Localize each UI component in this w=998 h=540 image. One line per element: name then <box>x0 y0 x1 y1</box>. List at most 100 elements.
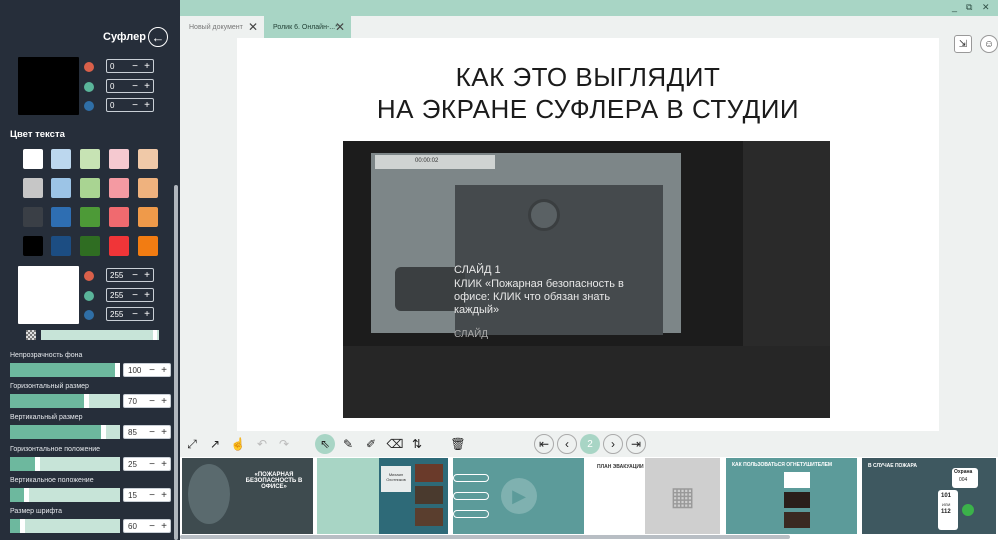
restore-icon[interactable]: ⧉ <box>966 2 972 13</box>
alpha-slider[interactable] <box>41 330 159 340</box>
bg-blue-stepper[interactable]: 0− + <box>106 98 154 112</box>
color-swatch[interactable] <box>138 207 158 227</box>
color-swatch[interactable] <box>51 207 71 227</box>
close-icon[interactable]: ✕ <box>982 2 990 13</box>
color-swatch[interactable] <box>80 178 100 198</box>
color-swatch[interactable] <box>138 236 158 256</box>
photo <box>784 472 810 488</box>
sidebar-title: Суфлер <box>103 31 146 43</box>
color-swatch[interactable] <box>51 236 71 256</box>
thumbnail[interactable]: «ПОЖАРНАЯ БЕЗОПАСНОСТЬ В ОФИСЕ» <box>182 458 313 534</box>
prev-page-icon[interactable]: ‹ <box>557 434 577 454</box>
current-page[interactable]: 2 <box>580 434 600 454</box>
slider-value-stepper[interactable]: 25− + <box>123 457 171 471</box>
bg-green-stepper[interactable]: 0− + <box>106 79 154 93</box>
slide-title-line1: КАК ЭТО ВЫГЛЯДИТ <box>455 62 721 92</box>
thumbnail[interactable]: ▶ <box>453 458 584 534</box>
text-green-stepper[interactable]: 255− + <box>106 288 154 302</box>
color-swatch[interactable] <box>138 149 158 169</box>
slider-label: Непрозрачность фона <box>10 352 83 359</box>
slider-value-stepper[interactable]: 85− + <box>123 425 171 439</box>
slider-value-stepper[interactable]: 60− + <box>123 519 171 533</box>
eraser-icon[interactable]: ⌫ <box>385 434 405 454</box>
phone-card: 101 ИЛИ 112 <box>938 490 958 530</box>
slider-track[interactable] <box>10 394 120 408</box>
slider-label: Горизонтальный размер <box>10 383 89 390</box>
tab-video-6[interactable]: Ролик 6. Онлайн-...* ✕ <box>264 16 351 38</box>
color-swatch[interactable] <box>23 207 43 227</box>
slider-track[interactable] <box>10 425 120 439</box>
color-swatch[interactable] <box>138 178 158 198</box>
camera-lens-icon <box>528 199 560 231</box>
color-swatch[interactable] <box>23 236 43 256</box>
studio-photo: 00:00:02 СЛАЙД 1 КЛИК «Пожарная безопасн… <box>343 141 830 418</box>
redo-icon[interactable]: ↷ <box>274 434 294 454</box>
hand-pointer-icon[interactable]: ☝ <box>228 434 248 454</box>
pen-icon[interactable]: ✎ <box>338 434 358 454</box>
select-cursor-icon[interactable]: ⇖ <box>315 434 335 454</box>
color-swatch[interactable] <box>80 149 100 169</box>
photo <box>415 464 443 482</box>
slider-track[interactable] <box>10 457 120 471</box>
thumbnail[interactable]: ПЛАН ЭВАКУАЦИИ ▦ <box>589 458 720 534</box>
thumbnail[interactable]: КАК ПОЛЬЗОВАТЬСЯ ОГНЕТУШИТЕЛЕМ <box>726 458 857 534</box>
minimize-icon[interactable]: _ <box>952 2 957 12</box>
slider-track[interactable] <box>10 488 120 502</box>
transparency-icon <box>26 330 36 340</box>
blue-channel-dot <box>84 310 94 320</box>
last-page-icon[interactable]: ⇥ <box>626 434 646 454</box>
map-icon: ▦ <box>645 458 720 534</box>
photo-bottom-text: СЛАЙД <box>454 329 489 340</box>
text-color-preview <box>18 266 79 324</box>
color-swatch[interactable] <box>109 236 129 256</box>
thumbnail[interactable]: Михаил Охотников <box>317 458 448 534</box>
slider-track[interactable] <box>10 363 120 377</box>
editor-toolbar: ⤢ ↗ ☝ ↶ ↷ ⇖ ✎ ✐ ⌫ ⇅ 🗑 ⇤ ‹ 2 › ⇥ <box>180 431 998 457</box>
close-icon[interactable]: ✕ <box>335 20 345 34</box>
export-icon[interactable]: ⇲ <box>954 35 972 53</box>
fullscreen-icon[interactable]: ⤢ <box>182 434 202 454</box>
photo-slide-text: КЛИК «Пожарная безопасность в офисе: КЛИ… <box>454 278 624 316</box>
arrow-left-icon[interactable]: ← <box>148 27 168 47</box>
sidebar-scrollbar[interactable] <box>174 185 178 540</box>
color-swatch[interactable] <box>23 178 43 198</box>
slider-value-stepper[interactable]: 100− + <box>123 363 171 377</box>
color-swatch[interactable] <box>109 178 129 198</box>
color-swatch[interactable] <box>51 178 71 198</box>
color-swatch[interactable] <box>23 149 43 169</box>
bg-red-stepper[interactable]: 0− + <box>106 59 154 73</box>
next-page-icon[interactable]: › <box>603 434 623 454</box>
text-blue-stepper[interactable]: 255− + <box>106 307 154 321</box>
align-icon[interactable]: ⇅ <box>407 434 427 454</box>
thumbnails-scrollbar[interactable] <box>180 535 790 539</box>
slider-value-stepper[interactable]: 70− + <box>123 394 171 408</box>
slide-canvas[interactable]: КАК ЭТО ВЫГЛЯДИТ НА ЭКРАНЕ СУФЛЕРА В СТУ… <box>237 38 939 431</box>
color-swatch[interactable] <box>80 207 100 227</box>
slider-track[interactable] <box>10 519 120 533</box>
badge-number: 004 <box>959 477 968 483</box>
color-swatch[interactable] <box>51 149 71 169</box>
color-swatch[interactable] <box>109 207 129 227</box>
slide-thumbnails: «ПОЖАРНАЯ БЕЗОПАСНОСТЬ В ОФИСЕ» Михаил О… <box>180 457 998 540</box>
slider-label: Горизонтальное положение <box>10 446 101 453</box>
green-channel-dot <box>84 82 94 92</box>
user-icon[interactable]: ☺ <box>980 35 998 53</box>
slider-value-stepper[interactable]: 15− + <box>123 488 171 502</box>
text-red-stepper[interactable]: 255− + <box>106 268 154 282</box>
fan-image <box>188 464 230 524</box>
photo <box>415 486 443 504</box>
close-icon[interactable]: ✕ <box>248 20 258 34</box>
marker-icon[interactable]: ✐ <box>361 434 381 454</box>
open-external-icon[interactable]: ↗ <box>205 434 225 454</box>
thumbnail-text: В СЛУЧАЕ ПОЖАРА <box>868 463 918 469</box>
phone-card: Охрана 004 <box>952 468 978 488</box>
color-swatch[interactable] <box>109 149 129 169</box>
first-page-icon[interactable]: ⇤ <box>534 434 554 454</box>
trash-icon[interactable]: 🗑 <box>448 434 468 454</box>
undo-icon[interactable]: ↶ <box>252 434 272 454</box>
photo-slide-label: СЛАЙД 1 <box>454 264 501 276</box>
color-swatch[interactable] <box>80 236 100 256</box>
thumbnail[interactable]: В СЛУЧАЕ ПОЖАРА Охрана 004 101 ИЛИ 112 <box>862 458 996 534</box>
dark-background <box>743 141 830 346</box>
tab-new-document[interactable]: Новый документ ✕ <box>180 16 264 38</box>
